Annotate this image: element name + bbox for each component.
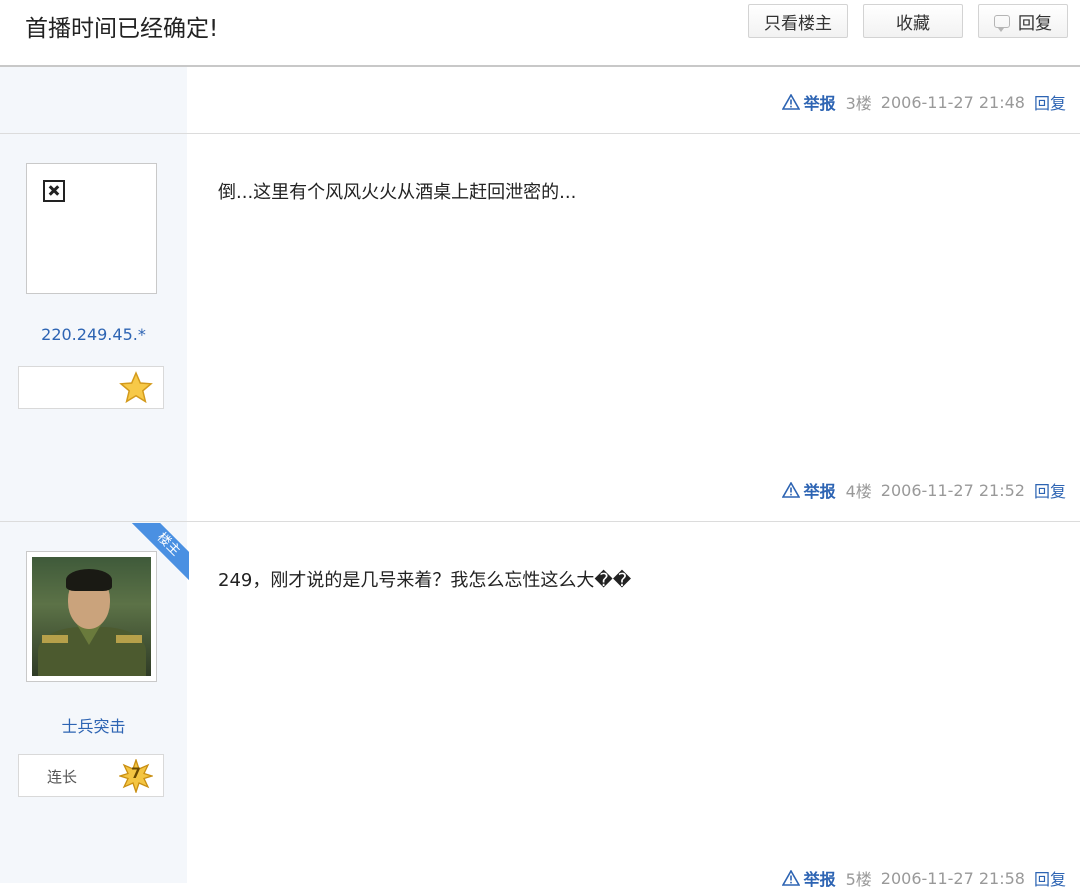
username[interactable]: 220.249.45.* <box>0 325 187 344</box>
star-icon <box>119 371 153 404</box>
post-meta-floor-3: 举报 3楼 2006-11-27 21:48 回复 <box>781 90 1066 114</box>
report-link[interactable]: 举报 <box>781 478 836 502</box>
thread-title: 首播时间已经确定! <box>25 16 219 42</box>
post-time: 2006-11-27 21:48 <box>880 92 1025 112</box>
broken-image-icon <box>43 180 65 202</box>
floor-number: 4楼 <box>845 482 872 501</box>
post-meta-floor-4: 举报 4楼 2006-11-27 21:52 回复 <box>781 478 1066 502</box>
report-label: 举报 <box>803 94 836 113</box>
floor-number: 3楼 <box>845 94 872 113</box>
reply-button-label: 回复 <box>1018 13 1052 34</box>
warning-icon <box>781 482 800 498</box>
reply-link[interactable]: 回复 <box>1034 866 1066 890</box>
report-label: 举报 <box>803 482 836 501</box>
level-number: 7 <box>131 766 141 782</box>
avatar[interactable] <box>26 163 157 294</box>
warning-icon <box>781 94 800 110</box>
post-content: 249，刚才说的是几号来着？我怎么忘性这么大�� <box>218 570 632 591</box>
thread-header: 首播时间已经确定! 只看楼主 收藏 回复 <box>0 0 1080 67</box>
chat-bubble-icon <box>994 14 1010 32</box>
report-link[interactable]: 举报 <box>781 90 836 114</box>
post-time: 2006-11-27 21:58 <box>880 868 1025 888</box>
op-ribbon: 楼主 <box>131 523 189 581</box>
op-ribbon-label: 楼主 <box>131 523 189 581</box>
favorite-button[interactable]: 收藏 <box>863 4 963 38</box>
post-time: 2006-11-27 21:52 <box>880 480 1025 500</box>
reply-button[interactable]: 回复 <box>978 4 1068 38</box>
floor-number: 5楼 <box>845 870 872 889</box>
report-link[interactable]: 举报 <box>781 866 836 890</box>
post-divider <box>0 133 1080 134</box>
reply-link[interactable]: 回复 <box>1034 478 1066 502</box>
user-level-badge: 连长 7 <box>18 754 164 797</box>
report-label: 举报 <box>803 870 836 889</box>
level-title: 连长 <box>47 768 78 786</box>
post-content: 倒...这里有个风风火火从酒桌上赶回泄密的... <box>218 182 577 203</box>
only-op-button[interactable]: 只看楼主 <box>748 4 848 38</box>
warning-icon <box>781 870 800 886</box>
post-divider <box>0 521 1080 522</box>
user-level-badge <box>18 366 164 409</box>
reply-link[interactable]: 回复 <box>1034 90 1066 114</box>
username[interactable]: 士兵突击 <box>0 713 187 737</box>
post-meta-floor-5: 举报 5楼 2006-11-27 21:58 回复 <box>781 866 1066 890</box>
